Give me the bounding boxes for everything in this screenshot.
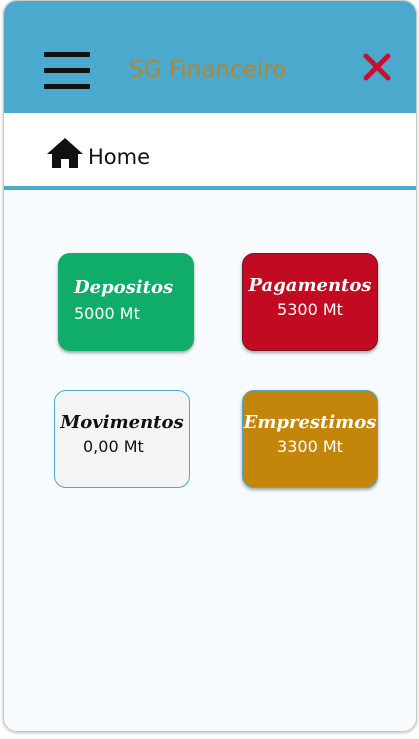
emprestimos-amount: 3300 Mt: [277, 437, 343, 456]
emprestimos-label: Emprestimos: [243, 412, 377, 433]
hamburger-menu-icon[interactable]: [44, 52, 90, 90]
home-icon[interactable]: [45, 136, 85, 170]
pagamentos-amount: 5300 Mt: [277, 300, 343, 319]
movimentos-amount: 0,00 Mt: [83, 437, 144, 456]
menu-bar-middle: [44, 68, 90, 73]
menu-bar-top: [44, 52, 90, 57]
pagamentos-label: Pagamentos: [248, 275, 372, 296]
header-divider: [4, 186, 416, 190]
pagamentos-card[interactable]: Pagamentos 5300 Mt: [242, 253, 378, 351]
emprestimos-card[interactable]: Emprestimos 3300 Mt: [242, 390, 378, 488]
menu-bar-bottom: [44, 84, 90, 89]
breadcrumb-home-label[interactable]: Home: [88, 145, 150, 169]
app-window: SG Financeiro Home Depositos 5000 Mt Pag…: [3, 0, 417, 732]
movimentos-label: Movimentos: [60, 412, 184, 433]
close-x-icon[interactable]: [362, 53, 392, 81]
movimentos-card[interactable]: Movimentos 0,00 Mt: [54, 390, 190, 488]
depositos-label: Depositos: [74, 277, 174, 298]
app-title: SG Financeiro: [129, 57, 287, 83]
depositos-amount: 5000 Mt: [74, 304, 140, 323]
depositos-card[interactable]: Depositos 5000 Mt: [58, 253, 194, 351]
